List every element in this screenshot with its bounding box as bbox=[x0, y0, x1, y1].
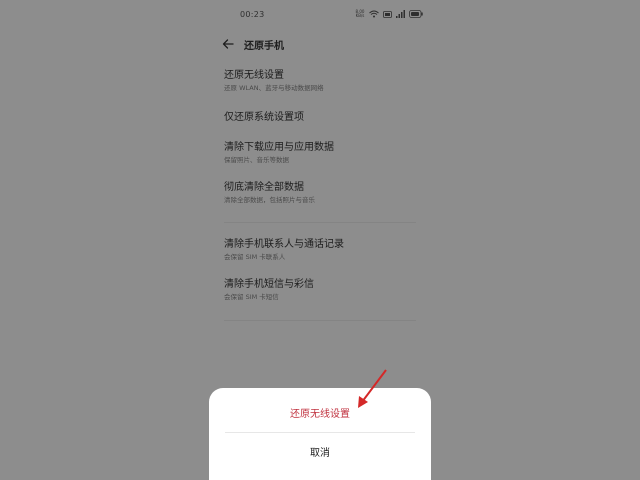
status-icons: 8.00 KB/s bbox=[355, 10, 423, 18]
sheet-divider bbox=[225, 432, 415, 433]
erase-all-data-item[interactable]: 彻底清除全部数据 清除全部数据，包括照片与音乐 bbox=[224, 182, 315, 205]
signal-icon bbox=[396, 10, 405, 18]
item-title: 清除下载应用与应用数据 bbox=[224, 142, 334, 153]
item-subtitle: 清除全部数据，包括照片与音乐 bbox=[224, 196, 315, 204]
hd-icon bbox=[383, 10, 392, 18]
page-header: 还原手机 bbox=[222, 36, 284, 52]
item-subtitle: 会保留 SIM 卡联系人 bbox=[224, 253, 286, 261]
back-arrow-icon[interactable] bbox=[222, 38, 234, 50]
clear-contacts-item[interactable]: 清除手机联系人与通话记录 会保留 SIM 卡联系人 bbox=[224, 239, 344, 262]
network-speed: 8.00 KB/s bbox=[355, 9, 365, 18]
item-title: 还原无线设置 bbox=[224, 70, 284, 81]
battery-icon bbox=[409, 10, 423, 18]
status-time: 00:23 bbox=[240, 10, 265, 19]
reset-network-settings-item[interactable]: 还原无线设置 还原 WLAN、蓝牙与移动数据网络 bbox=[224, 70, 324, 93]
confirm-bottom-sheet: 还原无线设置 取消 bbox=[209, 388, 431, 480]
page-title: 还原手机 bbox=[244, 40, 284, 52]
item-subtitle: 会保留 SIM 卡短信 bbox=[224, 293, 279, 301]
section-divider bbox=[224, 222, 416, 223]
clear-messages-item[interactable]: 清除手机短信与彩信 会保留 SIM 卡短信 bbox=[224, 279, 314, 302]
item-subtitle: 还原 WLAN、蓝牙与移动数据网络 bbox=[224, 84, 324, 92]
cancel-button[interactable]: 取消 bbox=[209, 444, 431, 459]
item-title: 彻底清除全部数据 bbox=[224, 182, 304, 193]
annotation-arrow-icon bbox=[358, 369, 387, 408]
item-title: 仅还原系统设置项 bbox=[224, 112, 304, 123]
confirm-reset-network-button[interactable]: 还原无线设置 bbox=[209, 405, 431, 420]
item-subtitle: 保留照片、音乐等数据 bbox=[224, 156, 289, 164]
clear-downloaded-apps-item[interactable]: 清除下载应用与应用数据 保留照片、音乐等数据 bbox=[224, 142, 334, 165]
wifi-icon bbox=[369, 10, 379, 18]
reset-phone-screen: 00:23 8.00 KB/s 还原手机 还原无线设置 还原 WLAN、蓝牙与移… bbox=[0, 0, 640, 480]
item-title: 清除手机短信与彩信 bbox=[224, 279, 314, 290]
reset-system-settings-item[interactable]: 仅还原系统设置项 bbox=[224, 112, 304, 124]
section-divider bbox=[224, 320, 416, 321]
item-title: 清除手机联系人与通话记录 bbox=[224, 239, 344, 250]
